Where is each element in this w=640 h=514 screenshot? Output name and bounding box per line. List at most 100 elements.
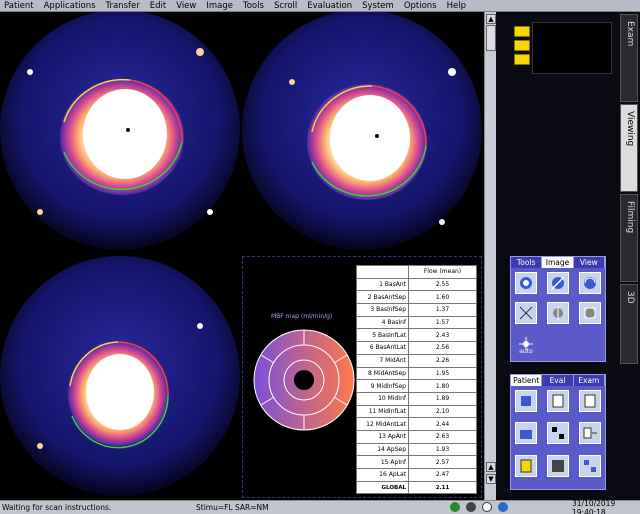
folder-icon[interactable] [514, 40, 530, 51]
perfusion-image-2 [242, 12, 482, 250]
segment-label: 16 ApLat [356, 468, 409, 482]
eval-button[interactable] [547, 390, 569, 412]
pan-button[interactable] [515, 302, 537, 324]
scroll-thumb[interactable] [486, 25, 496, 51]
open-folder-button[interactable] [515, 422, 537, 444]
flip-button[interactable] [547, 302, 569, 324]
menu-bar: Patient Applications Transfer Edit View … [0, 0, 640, 12]
archive-button[interactable] [515, 455, 537, 477]
segment-value: 2.47 [408, 468, 477, 482]
zoom-button[interactable] [547, 272, 569, 294]
menu-image[interactable]: Image [206, 1, 233, 11]
grid-icon [552, 427, 564, 439]
tab-exam-small[interactable]: Exam [573, 375, 605, 386]
folder-open-icon [520, 430, 532, 439]
layout-button[interactable] [547, 422, 569, 444]
rotate-button[interactable] [579, 272, 601, 294]
network-status-icon[interactable] [498, 502, 508, 512]
menu-edit[interactable]: Edit [150, 1, 166, 11]
segment-value: 1.89 [408, 391, 477, 406]
menu-evaluation[interactable]: Evaluation [307, 1, 352, 11]
image-pane-2[interactable] [242, 12, 482, 254]
segment-value: 2.10 [408, 404, 477, 419]
global-label: GLOBAL [356, 480, 409, 495]
flow-header: Flow (mean) [408, 265, 477, 279]
image-pane-3[interactable] [0, 256, 240, 498]
tab-exam[interactable]: Exam [620, 14, 638, 102]
segment-label: 2 BasAntSep [356, 290, 409, 305]
vertical-scrollbar[interactable]: ▲ ▲ ▼ [484, 12, 496, 500]
patient-browser-button[interactable] [515, 390, 537, 412]
network-icon [584, 460, 596, 472]
menu-transfer[interactable]: Transfer [106, 1, 140, 11]
tab-patient[interactable]: Patient [511, 375, 543, 386]
patient-panel: Patient Eval Exam [510, 374, 606, 490]
right-control-panel: Exam Viewing Filming 3D Tools Image View [496, 12, 640, 500]
segment-value: 1.37 [408, 303, 477, 317]
global-value: 2.11 [408, 480, 477, 495]
scroll-up-button[interactable]: ▲ [486, 14, 496, 24]
auto-window-button[interactable]: auto [515, 333, 537, 355]
monitor-icon[interactable] [466, 502, 476, 512]
info-icon[interactable] [482, 502, 492, 512]
segment-value: 1.57 [408, 315, 477, 330]
head-flip-icon [553, 306, 563, 320]
image-pane-1[interactable] [0, 12, 240, 254]
tab-view[interactable]: View [573, 257, 605, 268]
segment-value: 2.57 [408, 455, 477, 469]
scroll-down-button[interactable]: ▼ [486, 474, 496, 484]
status-bar: Waiting for scan instructions. Stimu=FL … [0, 498, 640, 514]
transfer-icon [583, 427, 597, 439]
segment-label: 3 BasInfSep [356, 303, 409, 317]
segment-label: 14 ApSep [356, 442, 409, 457]
menu-system[interactable]: System [362, 1, 394, 11]
scanner-status-icon[interactable] [450, 502, 460, 512]
perfusion-image-1 [0, 12, 240, 250]
segment-label: 12 MidAntLat [356, 417, 409, 431]
menu-tools[interactable]: Tools [243, 1, 264, 11]
tab-eval[interactable]: Eval [542, 375, 574, 386]
segment-label: 7 MidAnt [356, 353, 409, 368]
scan-params: Stimu=FL SAR=NM [196, 503, 269, 512]
segment-label: 9 MidInfSep [356, 379, 409, 393]
tab-tools[interactable]: Tools [511, 257, 543, 268]
tab-image[interactable]: Image [542, 257, 574, 268]
menu-scroll[interactable]: Scroll [274, 1, 297, 11]
menu-options[interactable]: Options [404, 1, 437, 11]
folder-icon[interactable] [514, 54, 530, 65]
segment-label: 6 BasAntLat [356, 341, 409, 355]
tab-viewing[interactable]: Viewing [620, 104, 638, 192]
scroll-up-button-bottom[interactable]: ▲ [486, 462, 496, 472]
network-button[interactable] [579, 455, 601, 477]
head-icon [520, 277, 532, 289]
segment-label: 4 BasInf [356, 315, 409, 330]
invert-button[interactable] [579, 302, 601, 324]
disk-icon [552, 460, 564, 472]
cd-button[interactable] [547, 455, 569, 477]
exam-list-area[interactable] [532, 22, 612, 74]
exam-button[interactable] [579, 390, 601, 412]
transfer-button[interactable] [579, 422, 601, 444]
head-zoom-icon [551, 276, 565, 290]
segment-value: 2.44 [408, 417, 477, 431]
segment-value: 1.80 [408, 379, 477, 393]
perfusion-image-3 [0, 256, 240, 496]
segment-value: 2.55 [408, 277, 477, 292]
tab-3d[interactable]: 3D [620, 284, 638, 364]
segment-value: 1.95 [408, 366, 477, 381]
menu-view[interactable]: View [176, 1, 196, 11]
menu-help[interactable]: Help [447, 1, 466, 11]
segment-value: 2.63 [408, 429, 477, 444]
folder-icon[interactable] [514, 26, 530, 37]
segment-value: 2.56 [408, 341, 477, 355]
segment-value: 1.60 [408, 290, 477, 305]
image-viewer: MBF map (ml/min/g) Flow (mean) 1 BasAnt 2… [0, 12, 484, 500]
menu-applications[interactable]: Applications [44, 1, 96, 11]
segment-label: 8 MidAntSep [356, 366, 409, 381]
clock: 31/10/2019 19:40:18 [572, 498, 616, 514]
menu-patient[interactable]: Patient [4, 1, 34, 11]
tab-filming[interactable]: Filming [620, 194, 638, 282]
windowing-button[interactable] [515, 272, 537, 294]
head-invert-icon [584, 307, 596, 319]
tools-panel: Tools Image View auto [510, 256, 606, 362]
